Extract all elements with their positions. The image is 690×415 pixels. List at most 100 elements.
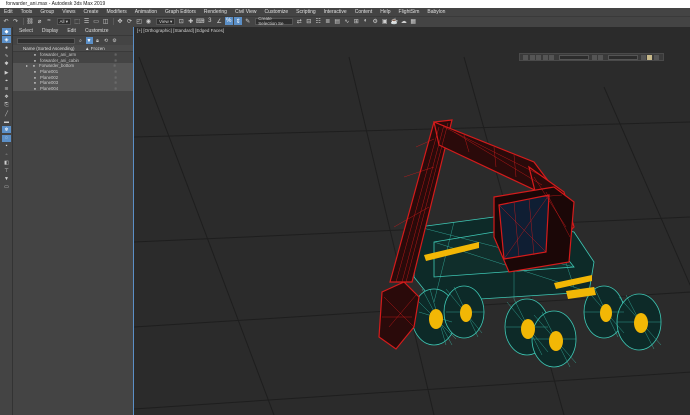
percent-snap-icon[interactable]: %: [224, 17, 233, 25]
explorer-menu-edit[interactable]: Edit: [67, 28, 76, 34]
viewport-tool-icon[interactable]: [591, 54, 597, 60]
menu-interactive[interactable]: Interactive: [324, 9, 347, 15]
viewport-label[interactable]: [+] [Orthographic] [Standard] [Edged Fac…: [137, 28, 224, 33]
expand-arrow-icon[interactable]: ▸: [25, 63, 29, 68]
schematic-view-icon[interactable]: ⊞: [352, 17, 360, 25]
display-mode-icon[interactable]: ◈: [2, 36, 11, 44]
viewport-scene[interactable]: [134, 27, 690, 415]
filter-groups-icon[interactable]: ❖: [2, 94, 11, 101]
options-icon[interactable]: ⚙: [111, 37, 118, 44]
forwarder-model[interactable]: [378, 119, 662, 368]
column-name-header[interactable]: Name (Sorted Ascending): [13, 46, 85, 51]
freeze-toggle-icon[interactable]: ❄: [113, 63, 116, 68]
toggle-layer-explorer-icon[interactable]: ≣: [324, 17, 332, 25]
menu-group[interactable]: Group: [40, 9, 54, 15]
layer-stack-icon[interactable]: [647, 54, 652, 60]
viewport-tool-icon[interactable]: [640, 54, 646, 60]
rendered-frame-window-icon[interactable]: ▣: [381, 17, 389, 25]
menu-create[interactable]: Create: [83, 9, 98, 15]
menu-civil-view[interactable]: Civil View: [235, 9, 257, 15]
menu-customize[interactable]: Customize: [265, 9, 289, 15]
snaps-toggle-icon[interactable]: 3: [206, 17, 214, 25]
link-icon[interactable]: ⛓: [26, 17, 34, 25]
pivot-center-icon[interactable]: ⊡: [177, 17, 185, 25]
filter-shapes-icon[interactable]: ∿: [2, 53, 11, 60]
viewport-tool-icon[interactable]: [598, 54, 603, 60]
filter-spacewarps-icon[interactable]: ≋: [2, 86, 11, 93]
redo-icon[interactable]: ↷: [12, 17, 20, 25]
filter-cameras-icon[interactable]: ▶: [2, 69, 11, 76]
viewport[interactable]: [+] [Orthographic] [Standard] [Edged Fac…: [133, 27, 690, 415]
menu-help[interactable]: Help: [380, 9, 390, 15]
display-all-icon[interactable]: ▪: [2, 143, 11, 150]
angle-snap-icon[interactable]: ∠: [215, 17, 223, 25]
tree-row[interactable]: ● Plane004 ❄: [13, 85, 133, 92]
menu-rendering[interactable]: Rendering: [204, 9, 227, 15]
rectangle-selection-icon[interactable]: ▭: [92, 17, 100, 25]
column-frozen-header[interactable]: ▲ Frozen: [85, 46, 105, 51]
filter-hidden-icon[interactable]: ◌: [2, 134, 11, 142]
filter-containers-icon[interactable]: ▬: [2, 118, 11, 125]
explorer-menu-select[interactable]: Select: [19, 28, 33, 34]
select-by-name-icon[interactable]: ☰: [83, 17, 91, 25]
freeze-toggle-icon[interactable]: ❄: [114, 52, 117, 57]
invert-display-icon[interactable]: ◧: [2, 159, 11, 166]
viewport-tool-dropdown[interactable]: [607, 54, 638, 60]
undo-icon[interactable]: ↶: [2, 17, 10, 25]
move-icon[interactable]: ✥: [116, 17, 124, 25]
freeze-toggle-icon[interactable]: ❄: [114, 75, 117, 80]
align-icon[interactable]: ⊟: [305, 17, 313, 25]
freeze-toggle-icon[interactable]: ❄: [114, 86, 117, 91]
viewport-tool-icon[interactable]: [549, 54, 554, 60]
select-object-icon[interactable]: ⬚: [73, 17, 81, 25]
visibility-icon[interactable]: ●: [32, 63, 36, 68]
menu-babylon[interactable]: Babylon: [427, 9, 445, 15]
lock-icon[interactable]: 🔒︎: [94, 37, 101, 44]
filter-xrefs-icon[interactable]: ⎘: [2, 102, 11, 109]
mirror-icon[interactable]: ⇄: [295, 17, 303, 25]
scale-icon[interactable]: ◰: [135, 17, 143, 25]
render-setup-icon[interactable]: ⚙: [371, 17, 379, 25]
menu-edit[interactable]: Edit: [4, 9, 13, 15]
filter-bones-icon[interactable]: ╱: [2, 110, 11, 117]
keyboard-shortcut-override-icon[interactable]: ⌨: [196, 17, 205, 25]
selection-filter-dropdown[interactable]: All ▾: [56, 17, 72, 25]
visibility-icon[interactable]: ●: [33, 69, 37, 74]
curve-editor-icon[interactable]: ∿: [343, 17, 351, 25]
viewport-tool-icon[interactable]: [653, 54, 659, 60]
funnel-filter-icon[interactable]: ▼: [2, 176, 11, 183]
filter-frozen-icon[interactable]: ❄: [2, 126, 11, 134]
viewport-tool-icon[interactable]: [529, 54, 535, 60]
select-mode-icon[interactable]: ◆: [2, 28, 11, 36]
viewport-tool-icon[interactable]: [523, 54, 528, 60]
visibility-icon[interactable]: ●: [33, 86, 37, 91]
menu-modifiers[interactable]: Modifiers: [106, 9, 126, 15]
window-crossing-icon[interactable]: ◫: [102, 17, 110, 25]
material-editor-icon[interactable]: ◐: [362, 17, 370, 25]
edit-named-selection-icon[interactable]: ✎: [244, 17, 252, 25]
explorer-menu-display[interactable]: Display: [42, 28, 58, 34]
toggle-ribbon-icon[interactable]: ▤: [333, 17, 341, 25]
freeze-toggle-icon[interactable]: ❄: [114, 80, 117, 85]
render-production-icon[interactable]: ☕: [390, 17, 398, 25]
menu-graph-editors[interactable]: Graph Editors: [165, 9, 196, 15]
place-icon[interactable]: ◉: [145, 17, 153, 25]
menu-tools[interactable]: Tools: [21, 9, 33, 15]
explorer-menu-customize[interactable]: Customize: [85, 28, 109, 34]
display-none-icon[interactable]: ▫: [2, 151, 11, 158]
visibility-icon[interactable]: ●: [33, 75, 37, 80]
render-in-cloud-icon[interactable]: ☁: [400, 17, 408, 25]
spinner-snap-icon[interactable]: ⇕: [234, 17, 243, 25]
reference-coordinate-dropdown[interactable]: View ▾: [156, 17, 176, 25]
filter-lights-icon[interactable]: ✱: [2, 61, 11, 68]
search-icon[interactable]: ⌕: [77, 37, 84, 44]
explorer-search-input[interactable]: [17, 37, 75, 44]
filter-icon[interactable]: ▼: [85, 37, 93, 44]
menu-animation[interactable]: Animation: [135, 9, 157, 15]
a360-gallery-icon[interactable]: ▦: [409, 17, 417, 25]
visibility-icon[interactable]: ●: [33, 58, 37, 63]
layer-icon[interactable]: ▭: [2, 184, 11, 191]
hierarchy-icon[interactable]: ⊤: [2, 167, 11, 174]
filter-geometry-icon[interactable]: ●: [2, 45, 11, 52]
viewport-tool-icon[interactable]: [536, 54, 541, 60]
